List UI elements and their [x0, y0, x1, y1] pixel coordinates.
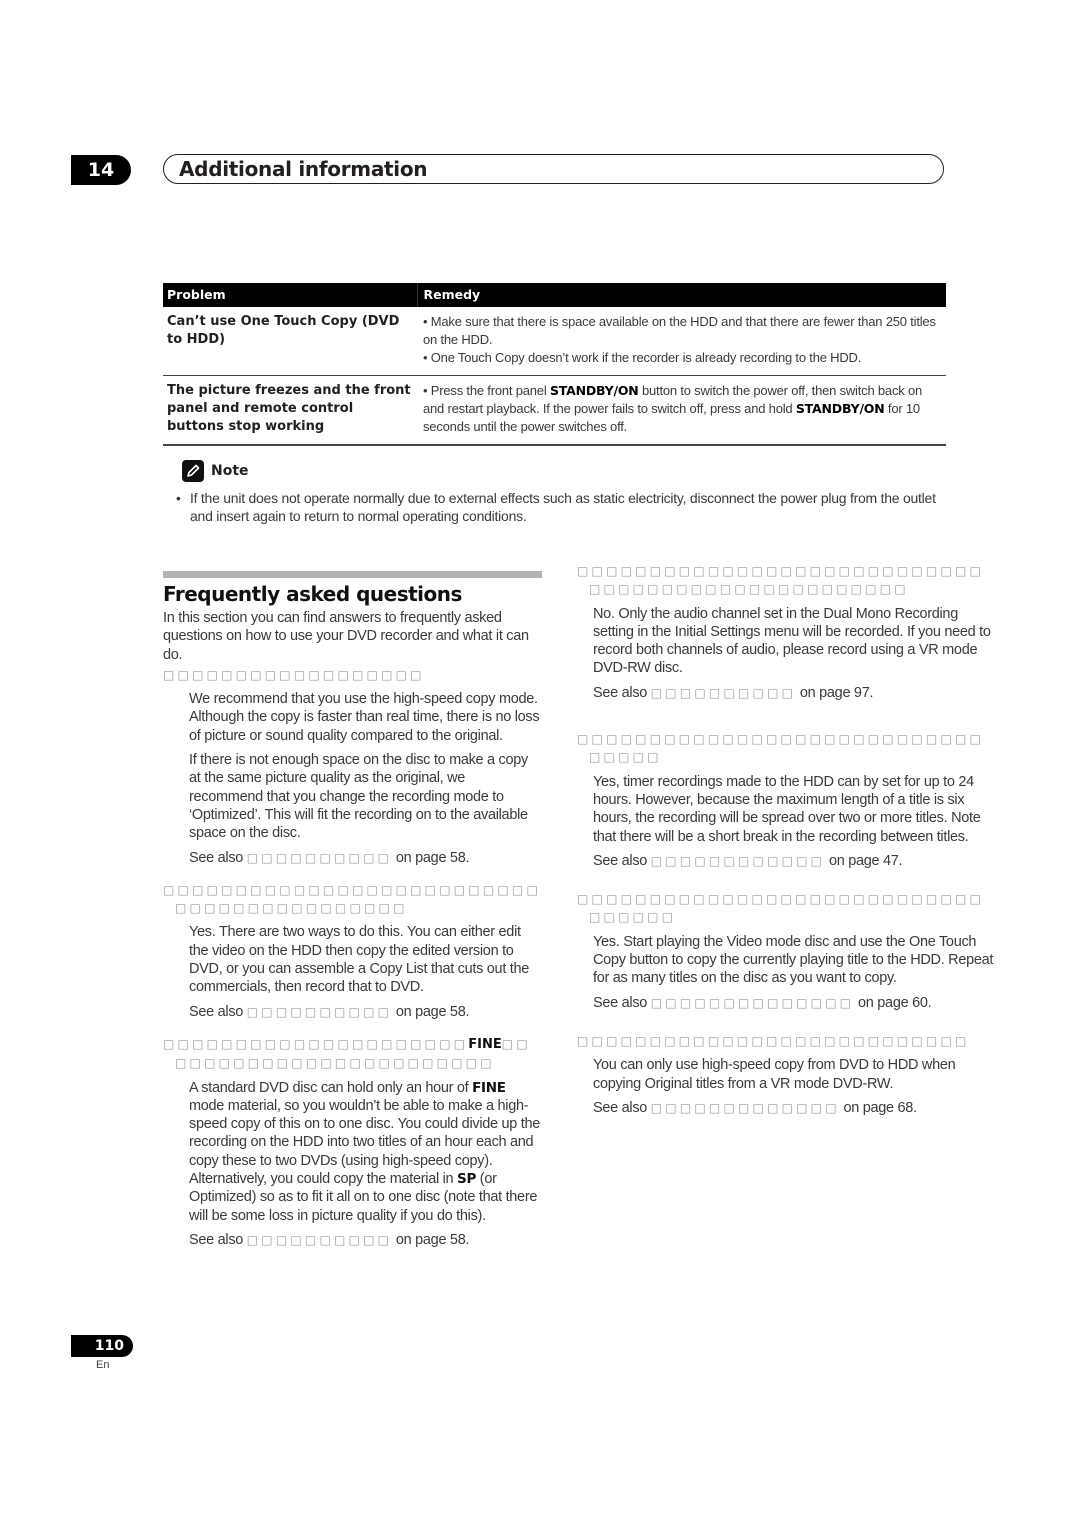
page-reference: on page 58.	[395, 1231, 470, 1248]
chapter-title: Additional information	[163, 154, 944, 184]
cross-reference-link[interactable]: □□□□□□□□□□□□□	[651, 1101, 840, 1115]
see-also-label: See also	[593, 1099, 648, 1116]
page-reference: on page 58.	[395, 849, 470, 866]
faq-item: □□□□□□□□□□□□□□□□□□□□□□□□□□□□□□□□□□□□□□□□…	[163, 881, 541, 1021]
answer-paragraph: If there is not enough space on the disc…	[189, 752, 528, 842]
answer-text: A standard DVD disc can hold only an hou…	[189, 1079, 473, 1096]
column-header-remedy: Remedy	[416, 283, 946, 307]
faq-item: □□□□□□□□□□□□□□□□□□□□□□□□□□□□□□□□□□□□□□□□…	[577, 562, 997, 702]
answer-paragraph: Yes, timer recordings made to the HDD ca…	[593, 773, 981, 845]
remedy-bullet: • One Touch Copy doesn’t work if the rec…	[423, 350, 862, 365]
problem-cell: The picture freezes and the front panel …	[163, 375, 417, 446]
section-divider-bar	[163, 571, 542, 578]
note-body: • If the unit does not operate normally …	[176, 489, 946, 525]
see-also-label: See also	[593, 684, 648, 701]
faq-question: □□□□□□□□□□□□□□□□□□□□□□□□□□□□□□□□□	[577, 732, 985, 765]
answer-paragraph: A standard DVD disc can hold only an hou…	[189, 1079, 541, 1225]
question-text: □□□□□□□□□□□□□□□□□□□□□	[163, 1036, 469, 1051]
remedy-cell: • Press the front panel STANDBY/ON butto…	[417, 375, 946, 446]
remedy-cell: • Make sure that there is space availabl…	[417, 307, 946, 376]
see-also: See also □□□□□□□□□□ on page 58.	[189, 849, 541, 867]
cross-reference-link[interactable]: □□□□□□□□□□	[651, 686, 796, 700]
fine-mode-label: FINE	[472, 1079, 506, 1096]
faq-item: □□□□□□□□□□□□□□□□□□□□□FINE□□□□□□□□□□□□□□□…	[163, 1035, 541, 1249]
faq-question: □□□□□□□□□□□□□□□□□□□□□FINE□□□□□□□□□□□□□□□…	[163, 1035, 541, 1073]
page-reference: on page 97.	[799, 684, 874, 701]
table-row: The picture freezes and the front panel …	[163, 375, 946, 446]
standby-on-button-label: STANDBY/ON	[549, 383, 639, 398]
problem-cell: Can’t use One Touch Copy (DVD to HDD)	[163, 307, 417, 376]
see-also: See also □□□□□□□□□□□□□ on page 68.	[593, 1099, 997, 1117]
troubleshooting-table: Problem Remedy Can’t use One Touch Copy …	[163, 283, 946, 446]
table-row: Can’t use One Touch Copy (DVD to HDD) • …	[163, 307, 946, 376]
cross-reference-link[interactable]: □□□□□□□□□□	[247, 851, 392, 865]
page-reference: on page 60.	[858, 994, 932, 1011]
note-label: Note	[211, 463, 249, 479]
see-also: See also □□□□□□□□□□□□ on page 47.	[593, 852, 997, 870]
answer-paragraph: Yes. There are two ways to do this. You …	[189, 924, 530, 996]
remedy-bullet: • Press the front panel STANDBY/ON butto…	[423, 382, 942, 436]
faq-question: □□□□□□□□□□□□□□□□□□	[163, 667, 425, 682]
page-reference: on page 68.	[843, 1099, 918, 1116]
faq-item: □□□□□□□□□□□□□□□□□□□□□□□□□□□□□□□□□□ Yes. …	[577, 890, 997, 1012]
standby-on-button-label: STANDBY/ON	[795, 401, 885, 416]
answer-paragraph: You can only use high-speed copy from DV…	[593, 1057, 956, 1092]
faq-right-column: □□□□□□□□□□□□□□□□□□□□□□□□□□□□□□□□□□□□□□□□…	[577, 562, 997, 1131]
faq-left-column: In this section you can find answers to …	[163, 609, 541, 1263]
answer-paragraph: We recommend that you use the high-speed…	[189, 691, 540, 744]
pencil-icon	[182, 460, 204, 482]
faq-question: □□□□□□□□□□□□□□□□□□□□□□□□□□□□□□□□□□	[577, 892, 985, 925]
note-text: If the unit does not operate normally du…	[190, 490, 936, 524]
see-also-label: See also	[593, 994, 648, 1011]
cross-reference-link[interactable]: □□□□□□□□□□□□□□	[651, 996, 855, 1010]
note-heading: Note	[182, 460, 249, 482]
faq-answer: We recommend that you use the high-speed…	[189, 690, 541, 867]
see-also: See also □□□□□□□□□□ on page 58.	[189, 1003, 541, 1021]
fine-mode-label: FINE	[468, 1036, 502, 1052]
cross-reference-link[interactable]: □□□□□□□□□□	[247, 1233, 392, 1247]
faq-answer: Yes. There are two ways to do this. You …	[189, 923, 541, 1020]
table-header-row: Problem Remedy	[163, 283, 946, 307]
see-also: See also □□□□□□□□□□ on page 58.	[189, 1231, 541, 1249]
see-also-label: See also	[593, 852, 648, 869]
see-also: See also □□□□□□□□□□□□□□ on page 60.	[593, 994, 997, 1012]
page-reference: on page 58.	[395, 1003, 470, 1020]
cross-reference-link[interactable]: □□□□□□□□□□□□	[651, 854, 825, 868]
faq-answer: Yes. Start playing the Video mode disc a…	[593, 933, 997, 1012]
page-reference: on page 47.	[828, 852, 903, 869]
answer-paragraph: Yes. Start playing the Video mode disc a…	[593, 933, 994, 987]
faq-question: □□□□□□□□□□□□□□□□□□□□□□□□□□□	[577, 1033, 970, 1048]
language-label: En	[96, 1359, 110, 1371]
faq-item: □□□□□□□□□□□□□□□□□□ We recommend that you…	[163, 666, 541, 867]
faq-answer: No. Only the audio channel set in the Du…	[593, 605, 997, 702]
bullet: •	[176, 490, 181, 506]
faq-question: □□□□□□□□□□□□□□□□□□□□□□□□□□□□□□□□□□□□□□□□…	[163, 882, 541, 916]
faq-item: □□□□□□□□□□□□□□□□□□□□□□□□□□□□□□□□□ Yes, t…	[577, 730, 997, 870]
faq-intro: In this section you can find answers to …	[163, 610, 529, 663]
see-also-label: See also	[189, 1003, 244, 1020]
faq-answer: Yes, timer recordings made to the HDD ca…	[593, 773, 997, 870]
chapter-number-badge: 14	[71, 155, 131, 185]
answer-paragraph: No. Only the audio channel set in the Du…	[593, 605, 991, 677]
faq-item: □□□□□□□□□□□□□□□□□□□□□□□□□□□ You can only…	[577, 1032, 997, 1117]
column-header-problem: Problem	[163, 283, 417, 307]
sp-mode-label: SP	[457, 1171, 477, 1188]
faq-answer: You can only use high-speed copy from DV…	[593, 1056, 997, 1117]
faq-section-title: Frequently asked questions	[163, 582, 462, 606]
see-also: See also □□□□□□□□□□ on page 97.	[593, 684, 997, 702]
see-also-label: See also	[189, 1231, 244, 1248]
cross-reference-link[interactable]: □□□□□□□□□□	[247, 1005, 392, 1019]
remedy-bullet: • Make sure that there is space availabl…	[423, 314, 936, 347]
faq-answer: A standard DVD disc can hold only an hou…	[189, 1079, 541, 1250]
faq-question: □□□□□□□□□□□□□□□□□□□□□□□□□□□□□□□□□□□□□□□□…	[577, 564, 985, 597]
page-number-badge: 110	[71, 1335, 133, 1357]
remedy-text: • Press the front panel	[423, 383, 550, 398]
see-also-label: See also	[189, 849, 244, 866]
